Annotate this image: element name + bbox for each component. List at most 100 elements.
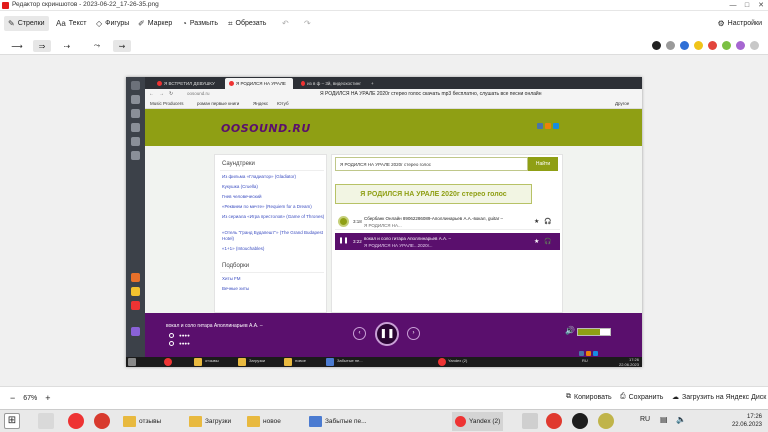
app-icon[interactable] [522, 413, 538, 429]
browser-tab-active[interactable]: Я РОДИЛСЯ НА УРАЛЕ [225, 78, 293, 89]
network-icon[interactable]: ▤ [660, 415, 668, 424]
soundtrack-link[interactable]: «1+1» (Intouchables) [222, 246, 326, 252]
soundtrack-link[interactable]: Гнев человеческий [222, 194, 326, 200]
forward-icon[interactable]: → [159, 91, 164, 97]
tool-text[interactable]: Aa Текст [52, 16, 90, 31]
close-button[interactable]: ✕ [754, 0, 768, 11]
sidebar-app-icon[interactable] [131, 273, 140, 282]
headphones-icon[interactable]: 🎧 [544, 238, 551, 245]
soundtrack-link[interactable]: «Реквием по мечте» (Requiem for a Dream) [222, 204, 326, 210]
soundtrack-link[interactable]: Из фильма «Гладиатор» (Gladiator) [222, 174, 326, 180]
tool-blur[interactable]: ◔ Размыть [178, 16, 222, 31]
next-button[interactable]: › [407, 327, 420, 340]
stroke-style-5[interactable]: ⇝ [113, 40, 131, 52]
zoom-out-button[interactable]: − [10, 393, 15, 403]
settings-button[interactable]: ⚙ Настройки [718, 16, 763, 31]
soundtrack-link[interactable]: «Отель "Гранд Будапешт"» (The Grand Buda… [222, 230, 326, 241]
color-swatch[interactable] [680, 41, 689, 50]
media-icon[interactable] [94, 413, 110, 429]
tray-lang[interactable]: RU [640, 416, 650, 423]
reload-icon[interactable]: ↻ [169, 91, 173, 97]
headphones-icon[interactable]: 🎧 [544, 218, 551, 225]
maximize-button[interactable]: □ [740, 0, 754, 11]
undo-button[interactable]: ↶ [278, 16, 293, 31]
minimize-button[interactable]: — [726, 0, 740, 11]
mail-icon[interactable] [553, 123, 559, 129]
volume-slider[interactable] [577, 328, 611, 336]
sidebar-app-icon[interactable] [131, 327, 140, 336]
yandex-icon[interactable] [68, 413, 84, 429]
sidebar-app-icon[interactable] [131, 301, 140, 310]
track-row[interactable]: 3:18 Сбербанк Онлайн 89062286089-Аполлин… [335, 213, 560, 230]
taskbar-app-downloads[interactable]: Загрузки [186, 412, 234, 431]
tool-shapes[interactable]: ◇ Фигуры [92, 16, 133, 31]
app-icon[interactable] [572, 413, 588, 429]
back-icon[interactable]: ← [149, 91, 154, 97]
tool-marker[interactable]: ✐ Маркер [134, 16, 176, 31]
editor-canvas[interactable]: Я ВСТРЕТИЛ ДЕВУШКУ Я РОДИЛСЯ НА УРАЛЕ из… [0, 55, 768, 386]
tool-arrows[interactable]: ✎ Стрелки [4, 16, 49, 31]
tool-crop[interactable]: ⌗ Обрезать [224, 16, 270, 31]
sidebar-app-icon[interactable] [131, 151, 140, 160]
url-field[interactable]: oosound.ru [187, 91, 210, 98]
app-icon[interactable] [546, 413, 562, 429]
bookmark-item[interactable]: Яндекс [253, 101, 268, 106]
color-swatch[interactable] [708, 41, 717, 50]
sidebar-app-icon[interactable] [131, 287, 140, 296]
color-swatch[interactable] [722, 41, 731, 50]
pause-button[interactable]: ❚❚ [375, 322, 399, 346]
stroke-style-1[interactable]: ⟶ [8, 40, 26, 52]
volume-icon[interactable]: 🔊 [565, 326, 575, 335]
browser-tab[interactable]: Я ВСТРЕТИЛ ДЕВУШКУ [153, 78, 221, 89]
start-button[interactable]: ⊞ [4, 413, 20, 429]
star-icon[interactable]: ★ [534, 238, 539, 245]
track-title[interactable]: вокал и соло гитара Аполлинарьев А.А. – [364, 236, 451, 241]
zoom-level[interactable]: 67% [23, 395, 37, 402]
play-icon[interactable] [338, 216, 349, 227]
color-swatch[interactable] [750, 41, 759, 50]
soundtrack-link[interactable]: Из сериала «Игра престолов» (Game of Thr… [222, 214, 326, 220]
track-row-playing[interactable]: ❚❚ 3:22 вокал и соло гитара Аполлинарьев… [335, 233, 560, 250]
bookmark-item[interactable]: роман первые книги [197, 101, 239, 106]
sidebar-app-icon[interactable] [131, 109, 140, 118]
bookmark-item[interactable]: Music Producers [150, 101, 184, 106]
taskbar-app-yandex[interactable]: Yandex (2) [452, 412, 504, 431]
search-button[interactable]: Найти [528, 157, 558, 171]
search-input[interactable]: Я РОДИЛСЯ НА УРАЛЕ 2020г стерео голос [335, 157, 528, 171]
other-bookmarks[interactable]: Другое [615, 101, 629, 106]
taskbar-app-otzyvy[interactable]: отзывы [120, 412, 164, 431]
browser-tab[interactable]: из в ф – 3й, видеохостинг [297, 78, 365, 89]
stroke-style-3[interactable]: ⇢ [58, 40, 76, 52]
sidebar-app-icon[interactable] [131, 95, 140, 104]
previous-button[interactable]: ‹ [353, 327, 366, 340]
sidebar-app-icon[interactable] [131, 123, 140, 132]
app-icon[interactable] [598, 413, 614, 429]
new-tab-button[interactable]: + [367, 78, 377, 89]
ok-icon[interactable] [586, 351, 591, 356]
stroke-style-2[interactable]: ⇒ [33, 40, 51, 52]
speaker-icon[interactable]: 🔈 [676, 415, 686, 424]
upload-yandex-disk-button[interactable]: ☁ Загрузить на Яндекс Диск [672, 393, 766, 402]
copy-button[interactable]: ⧉ Копировать [566, 393, 612, 401]
collection-link[interactable]: Хиты FM [222, 276, 326, 282]
stroke-style-4[interactable]: ⤳ [88, 40, 106, 52]
color-swatch[interactable] [652, 41, 661, 50]
color-swatch[interactable] [694, 41, 703, 50]
captured-screenshot[interactable]: Я ВСТРЕТИЛ ДЕВУШКУ Я РОДИЛСЯ НА УРАЛЕ из… [126, 77, 642, 367]
vk-icon[interactable] [579, 351, 584, 356]
radio-icon[interactable] [169, 333, 174, 338]
taskbar-app-novoe[interactable]: новое [244, 412, 284, 431]
yandex-search-icon[interactable] [38, 413, 54, 429]
collection-link[interactable]: Вечные хиты [222, 286, 326, 292]
save-button[interactable]: ⎙ Сохранить [620, 393, 663, 401]
color-swatch[interactable] [736, 41, 745, 50]
sidebar-app-icon[interactable] [131, 81, 140, 90]
ok-icon[interactable] [545, 123, 551, 129]
tray-clock[interactable]: 17:26 22.06.2023 [732, 413, 762, 429]
star-icon[interactable]: ★ [534, 218, 539, 225]
bookmark-item[interactable]: Ютуб [277, 101, 289, 106]
track-title[interactable]: Сбербанк Онлайн 89062286089-Аполлинарьев… [364, 216, 503, 221]
site-logo[interactable]: OOSOUND.RU [221, 122, 311, 135]
vk-icon[interactable] [537, 123, 543, 129]
color-swatch[interactable] [666, 41, 675, 50]
